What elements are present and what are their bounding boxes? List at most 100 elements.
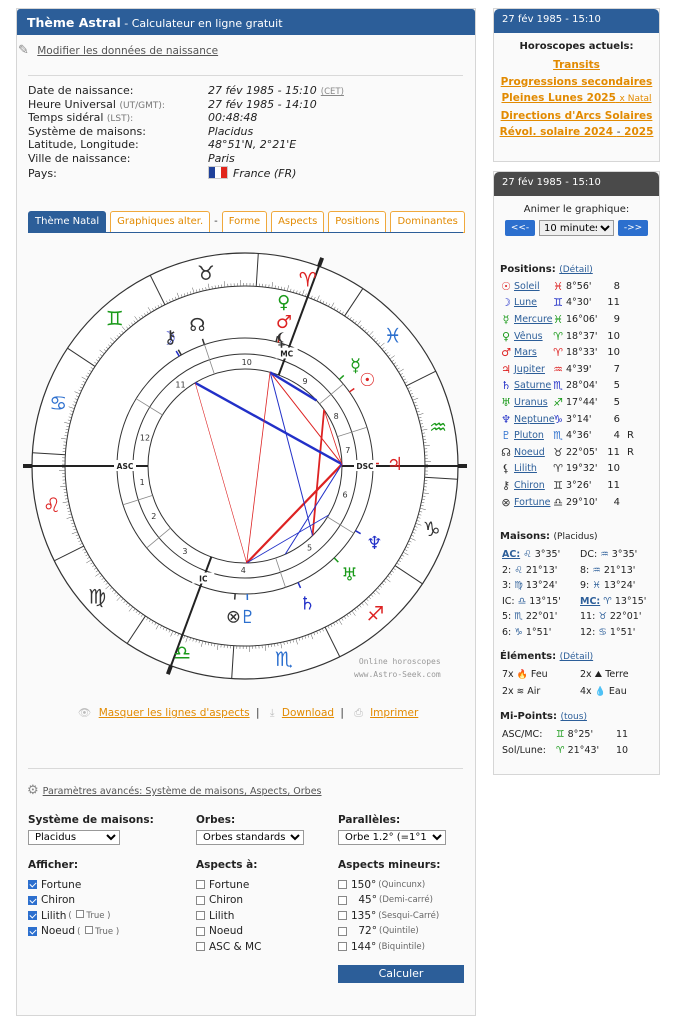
show-fortune[interactable]: Fortune <box>28 877 154 893</box>
checkbox[interactable] <box>338 926 347 936</box>
planet-name-link[interactable]: Chiron <box>514 480 552 491</box>
download-link[interactable]: Download <box>282 707 334 719</box>
aspect-to-chiron[interactable]: Chiron <box>196 893 304 909</box>
planet-glyph-icon: ⚸ <box>501 462 511 476</box>
planet-name-link[interactable]: Jupiter <box>514 364 552 375</box>
planet-name-link[interactable]: Pluton <box>514 430 552 441</box>
checkbox[interactable] <box>196 895 205 905</box>
minor-aspect-biquintile[interactable]: 144° (Biquintile) <box>338 939 446 955</box>
elements-detail-link[interactable]: (Détail) <box>560 652 594 662</box>
advanced-settings-link[interactable]: Paramètres avancés: Système de maisons, … <box>43 786 322 797</box>
checkbox[interactable] <box>196 942 205 952</box>
midpoint-degree: 8°25' <box>567 729 594 741</box>
true-option[interactable]: ( True ) <box>77 925 119 937</box>
planet-name-link[interactable]: Neptune <box>514 414 555 425</box>
angle-label-mc: MC <box>280 349 293 358</box>
house-system-label: Système de maisons: <box>28 814 154 826</box>
checkbox[interactable] <box>28 895 37 905</box>
planet-name-link[interactable]: Lilith <box>514 463 552 474</box>
aspect-to-asc-mc[interactable]: ASC & MC <box>196 939 304 955</box>
planet-name-link[interactable]: Mercure <box>514 314 553 325</box>
checkbox[interactable] <box>196 880 205 890</box>
edit-birth-data[interactable]: ✎ Modifier les données de naissance <box>18 43 218 58</box>
show-node[interactable]: Noeud( True ) <box>28 924 154 940</box>
aspect-to-node[interactable]: Noeud <box>196 924 304 940</box>
print-link[interactable]: Imprimer <box>370 707 418 719</box>
checkbox[interactable] <box>338 880 347 890</box>
interval-select[interactable]: 10 minutes <box>539 220 614 236</box>
planet-degree: 29°10' <box>566 496 598 508</box>
planet-name-link[interactable]: Vênus <box>514 331 552 342</box>
tab-natal[interactable]: Thème Natal <box>28 211 107 233</box>
midpoints-all-link[interactable]: (tous) <box>561 712 587 722</box>
element-row: 2x ≋ Air 4x 💧 Eau <box>502 683 658 700</box>
tab-aspects[interactable]: Aspects <box>271 211 325 233</box>
house-number-label: 1 <box>140 478 145 487</box>
planet-name-link[interactable]: Uranus <box>514 397 552 408</box>
checkbox[interactable] <box>338 911 347 921</box>
positions-label: Positions: <box>500 264 556 275</box>
true-option[interactable]: ( True ) <box>68 910 111 921</box>
parallels-select[interactable]: Orbe 1.2° (=1°12') <box>338 830 446 845</box>
natal-chart-wheel[interactable]: ♈♉♊♋♌♍♎ ♏♐♑♒♓123456789101112ASC DSCMCIC☉☽☿… <box>22 238 468 690</box>
house-row: IC: ♎ 13°15' MC: ♈ 13°15' <box>502 594 658 610</box>
planet-name-link[interactable]: Noeud <box>514 447 552 458</box>
element-multiplier: 2x <box>580 669 592 680</box>
house-number-label: 9 <box>302 377 307 386</box>
step-forward-button[interactable]: ->> <box>618 220 648 236</box>
transits-link[interactable]: Transits <box>494 57 659 74</box>
planet-name-link[interactable]: Saturne <box>514 380 552 391</box>
minor-aspect-semisquare[interactable]: 45° (Demi-carré) <box>338 893 446 909</box>
full-moons-link[interactable]: Pleines Lunes 2025 <box>501 92 615 104</box>
checkbox[interactable] <box>28 926 37 936</box>
divider <box>28 75 463 76</box>
edit-birth-data-link[interactable]: Modifier les données de naissance <box>37 45 218 57</box>
house-system-select[interactable]: Placidus <box>28 830 120 845</box>
advanced-settings-toggle[interactable]: ⚙ Paramètres avancés: Système de maisons,… <box>27 783 322 798</box>
solar-arc-link[interactable]: Directions d'Arcs Solaires <box>494 108 659 125</box>
tab-shape[interactable]: Forme <box>221 211 268 233</box>
birth-row-lst: Temps sidéral (LST): 00:48:48 <box>28 111 468 125</box>
tab-alternative-charts[interactable]: Graphiques alter. <box>110 211 211 233</box>
checkbox[interactable] <box>28 911 37 921</box>
calculate-button[interactable]: Calculer <box>338 965 464 983</box>
planet-name-link[interactable]: Lune <box>514 297 552 308</box>
orbs-select[interactable]: Orbes standards <box>196 830 304 845</box>
minor-aspect-sesquisquare[interactable]: 135° (Sesqui-Carré) <box>338 908 446 924</box>
tab-dominants[interactable]: Dominantes <box>390 211 465 233</box>
checkbox[interactable] <box>28 880 37 890</box>
checkbox[interactable] <box>76 910 85 919</box>
birth-row-ut: Heure Universal (UT/GMT): 27 fév 1985 - … <box>28 98 468 112</box>
planet-house: 11 <box>607 297 620 309</box>
positions-detail-link[interactable]: (Détail) <box>559 265 593 275</box>
checkbox-label: Fortune <box>209 878 250 891</box>
tab-separator: - <box>214 216 218 227</box>
checkbox[interactable] <box>196 911 205 921</box>
checkbox[interactable] <box>85 925 94 934</box>
show-lilith[interactable]: Lilith( True ) <box>28 908 154 924</box>
minor-aspect-quintile[interactable]: 72° (Quintile) <box>338 924 446 940</box>
zodiac-sign-icon: ♈ <box>553 462 563 476</box>
planet-name-link[interactable]: Fortune <box>514 497 552 508</box>
show-chiron[interactable]: Chiron <box>28 893 154 909</box>
solar-return-2025-link[interactable]: 2025 <box>624 126 653 138</box>
aspect-to-fortune[interactable]: Fortune <box>196 877 304 893</box>
checkbox[interactable] <box>338 942 347 952</box>
houses-heading: Maisons: (Placidus) <box>500 531 598 542</box>
minor-aspect-quincunx[interactable]: 150° (Quincunx) <box>338 877 446 893</box>
tab-positions[interactable]: Positions <box>328 211 387 233</box>
aspect-to-lilith[interactable]: Lilith <box>196 908 304 924</box>
step-back-button[interactable]: <<- <box>505 220 535 236</box>
solar-return-2024-link[interactable]: Révol. solaire 2024 <box>500 126 613 138</box>
x-natal-link[interactable]: x Natal <box>620 94 652 104</box>
checkbox[interactable] <box>196 926 205 936</box>
progressions-link[interactable]: Progressions secondaires <box>494 74 659 91</box>
planet-name-link[interactable]: Mars <box>514 347 552 358</box>
checkbox[interactable] <box>338 895 347 905</box>
planet-name-link[interactable]: Soleil <box>514 281 552 292</box>
tabs-underline <box>28 232 463 233</box>
timezone-link[interactable]: (CET) <box>321 87 344 97</box>
planet-house: 10 <box>607 463 620 475</box>
hide-aspect-lines-link[interactable]: Masquer les lignes d'aspects <box>99 707 250 719</box>
current-horoscopes-title: Horoscopes actuels: <box>519 41 634 52</box>
